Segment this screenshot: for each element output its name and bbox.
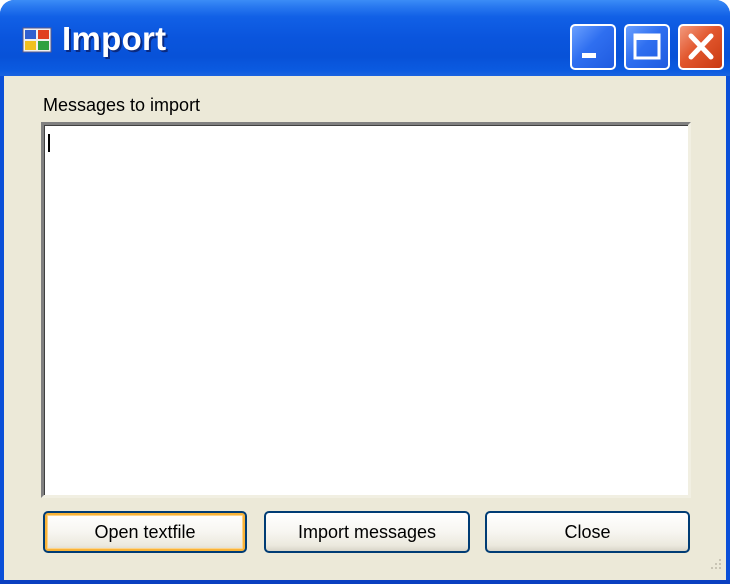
minimize-icon [582, 53, 596, 58]
import-messages-button[interactable]: Import messages [264, 511, 470, 553]
title-bar[interactable]: Import [0, 0, 730, 76]
open-textfile-button[interactable]: Open textfile [43, 511, 247, 553]
maximize-icon [633, 33, 661, 60]
close-icon [688, 33, 714, 60]
window-title: Import [62, 20, 167, 57]
window-close-button[interactable] [678, 24, 724, 70]
messages-label: Messages to import [43, 95, 201, 115]
window-frame-bottom [0, 580, 730, 584]
window-frame-right [726, 76, 730, 584]
import-window: Import Messages to import Open textfile … [0, 0, 730, 584]
text-caret [48, 134, 50, 152]
maximize-button[interactable] [624, 24, 670, 70]
app-window-icon[interactable] [22, 27, 52, 53]
messages-textarea[interactable] [41, 122, 691, 498]
minimize-button[interactable] [570, 24, 616, 70]
close-button[interactable]: Close [485, 511, 690, 553]
resize-grip-icon[interactable] [704, 556, 724, 576]
